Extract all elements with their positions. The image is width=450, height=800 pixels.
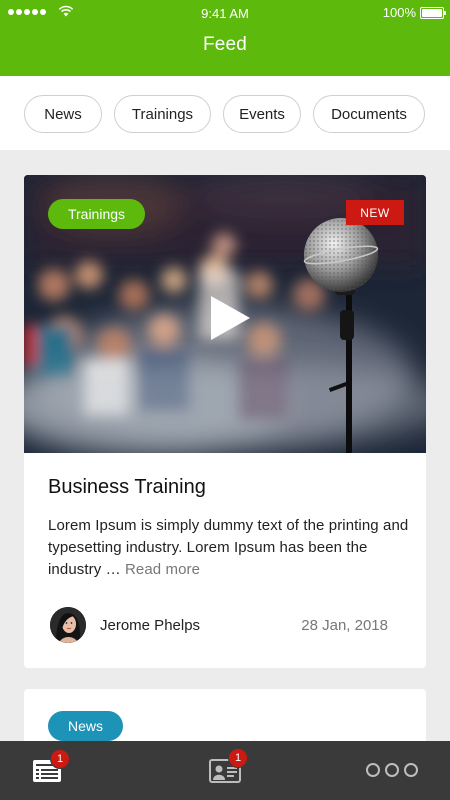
battery-icon [420, 6, 446, 19]
more-icon[interactable] [366, 763, 418, 777]
app-header: 9:41 AM 100% Feed [0, 0, 450, 76]
notification-badge: 1 [50, 749, 70, 769]
read-more-link[interactable]: Read more [125, 561, 200, 578]
filter-chip-documents[interactable]: Documents [313, 95, 425, 133]
post-date: 28 Jan, 2018 [301, 617, 388, 634]
card-excerpt: Lorem Ipsum is simply dummy text of the … [48, 515, 410, 581]
tab-feed[interactable]: 1 [7, 741, 87, 800]
filter-chip-events[interactable]: Events [223, 95, 301, 133]
excerpt-text: Lorem Ipsum is simply dummy text of the … [48, 517, 409, 578]
category-tag: News [48, 711, 123, 741]
category-filter-bar: News Trainings Events Documents [0, 76, 450, 150]
tab-contacts[interactable]: 1 [185, 741, 265, 800]
author-name: Jerome Phelps [100, 616, 201, 634]
feed-card[interactable]: News [24, 689, 426, 749]
feed-card[interactable]: Trainings NEW Business Training Lorem Ip… [24, 175, 426, 668]
status-bar: 9:41 AM 100% [0, 0, 450, 26]
bottom-tab-bar: 1 1 [0, 741, 450, 800]
battery-percent: 100% [382, 5, 416, 20]
filter-chip-news[interactable]: News [24, 95, 102, 133]
avatar [50, 607, 86, 643]
play-icon[interactable] [207, 293, 253, 343]
video-thumbnail[interactable]: Trainings NEW [24, 175, 426, 453]
category-tag: Trainings [48, 199, 145, 229]
card-title[interactable]: Business Training [48, 476, 206, 499]
notification-badge: 1 [228, 748, 248, 768]
filter-chip-trainings[interactable]: Trainings [114, 95, 211, 133]
author[interactable]: Jerome Phelps [50, 607, 200, 643]
new-badge: NEW [346, 200, 404, 225]
page-title: Feed [202, 34, 248, 55]
